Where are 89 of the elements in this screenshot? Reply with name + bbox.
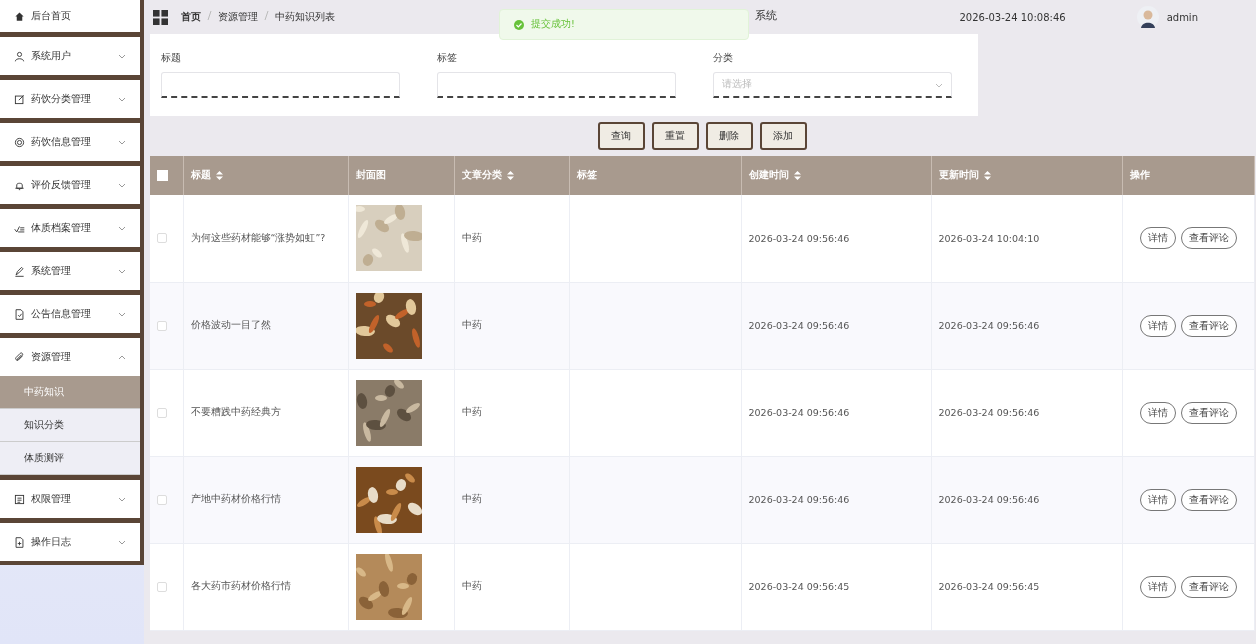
table-cell: 2026-03-24 09:56:46: [938, 320, 1040, 331]
table-cell: 为何这些药材能够“涨势如虹”?: [190, 231, 326, 243]
table-cell: 中药: [461, 580, 482, 591]
toolbar-button[interactable]: 添加: [759, 122, 807, 150]
breadcrumb-link[interactable]: 资源管理: [218, 10, 258, 24]
column-header: 标签: [576, 169, 597, 182]
app-title: 系统: [755, 7, 778, 24]
breadcrumb-link[interactable]: 首页: [181, 10, 201, 24]
column-header: 更新时间: [938, 169, 979, 182]
menu-item[interactable]: 评价反馈管理: [0, 166, 140, 204]
table-cell: 2026-03-24 09:56:46: [938, 494, 1040, 505]
row-action-button[interactable]: 查看评论: [1180, 401, 1237, 424]
document-icon: [14, 308, 25, 320]
column-header: 操作: [1129, 169, 1150, 182]
field-label: 分类: [713, 52, 734, 65]
row-action-button[interactable]: 查看评论: [1180, 575, 1237, 598]
paperclip-icon: [14, 351, 25, 363]
success-toast: 提交成功!: [499, 9, 749, 40]
avatar-icon: [1136, 6, 1159, 28]
table-cell: 2026-03-24 09:56:46: [748, 494, 850, 505]
sort-icon: [215, 171, 223, 180]
row-action-button[interactable]: 详情: [1139, 575, 1176, 598]
sort-icon: [983, 171, 991, 180]
table-cell: 2026-03-24 09:56:45: [748, 581, 850, 592]
breadcrumb-link[interactable]: 中药知识列表: [275, 10, 335, 24]
table-cell: 中药: [461, 493, 482, 504]
row-action-button[interactable]: 查看评论: [1180, 227, 1237, 250]
row-action-button[interactable]: 详情: [1139, 401, 1176, 424]
row-checkbox[interactable]: [157, 407, 167, 418]
input-field[interactable]: [161, 72, 400, 98]
submenu-item[interactable]: 体质测评: [0, 442, 140, 475]
sort-icon: [506, 171, 514, 180]
row-checkbox[interactable]: [157, 581, 167, 592]
table-cell: 2026-03-24 10:04:10: [938, 232, 1040, 244]
toolbar-button[interactable]: 删除: [705, 122, 753, 150]
menu-item[interactable]: 药饮信息管理: [0, 123, 140, 161]
menu-item[interactable]: 公告信息管理: [0, 295, 140, 333]
table-cell: 各大药市药材价格行情: [190, 580, 291, 591]
success-icon: [514, 19, 524, 30]
sort-icon: [793, 171, 801, 180]
pen-icon: [14, 265, 25, 277]
menu-toggle-icon: [153, 9, 168, 25]
table-cell: 不要糟践中药经典方: [190, 406, 281, 417]
row-checkbox[interactable]: [157, 233, 167, 244]
menu-item[interactable]: 权限管理: [0, 480, 140, 518]
menu-item[interactable]: 系统用户: [0, 37, 140, 75]
input-field[interactable]: [437, 72, 676, 98]
table-cell: 价格波动一目了然: [190, 319, 271, 330]
select-all-checkbox[interactable]: [157, 170, 168, 181]
table-cell: 中药: [461, 319, 482, 330]
menu-item[interactable]: 操作日志: [0, 523, 140, 561]
column-header: 封面图: [355, 169, 386, 182]
menu-item[interactable]: 系统管理: [0, 252, 140, 290]
column-header: 文章分类: [461, 169, 502, 182]
slash-icon: [207, 10, 212, 20]
datetime-text: 2026-03-24 10:08:46: [959, 11, 1066, 23]
menu-item[interactable]: 后台首页: [0, 0, 140, 32]
table-cell: 2026-03-24 09:56:46: [748, 320, 850, 331]
username-text[interactable]: admin: [1166, 11, 1198, 23]
edit-icon: [14, 93, 25, 105]
table-cell: 2026-03-24 09:56:46: [748, 232, 850, 244]
slash-icon: [264, 10, 269, 20]
row-checkbox[interactable]: [157, 320, 167, 331]
table-cell: 产地中药材价格行情: [190, 493, 281, 504]
row-action-button[interactable]: 查看评论: [1180, 314, 1237, 337]
file-add-icon: [14, 536, 25, 548]
row-action-button[interactable]: 详情: [1139, 488, 1176, 511]
table-cell: 中药: [461, 231, 482, 243]
toolbar-button[interactable]: 重置: [651, 122, 699, 150]
row-action-button[interactable]: 详情: [1139, 314, 1176, 337]
submenu-item[interactable]: 知识分类: [0, 409, 140, 442]
row-action-button[interactable]: 查看评论: [1180, 488, 1237, 511]
column-header: 标题: [190, 169, 211, 182]
list-icon: [14, 493, 25, 505]
user-icon: [14, 50, 25, 62]
table-cell: 2026-03-24 09:56:45: [938, 581, 1040, 592]
menu-item[interactable]: 体质档案管理: [0, 209, 140, 247]
home-icon: [14, 10, 25, 22]
column-header: 创建时间: [748, 169, 789, 182]
field-label: 标签: [437, 52, 458, 65]
table-cell: 中药: [461, 406, 482, 417]
menu-item[interactable]: 药饮分类管理: [0, 80, 140, 118]
field-label: 标题: [161, 52, 182, 65]
row-action-button[interactable]: 详情: [1139, 227, 1176, 250]
ring-icon: [14, 136, 25, 148]
toolbar-button[interactable]: 查询: [597, 122, 645, 150]
table-cell: 2026-03-24 09:56:46: [748, 407, 850, 418]
row-checkbox[interactable]: [157, 494, 167, 505]
table-cell: 2026-03-24 09:56:46: [938, 407, 1040, 418]
